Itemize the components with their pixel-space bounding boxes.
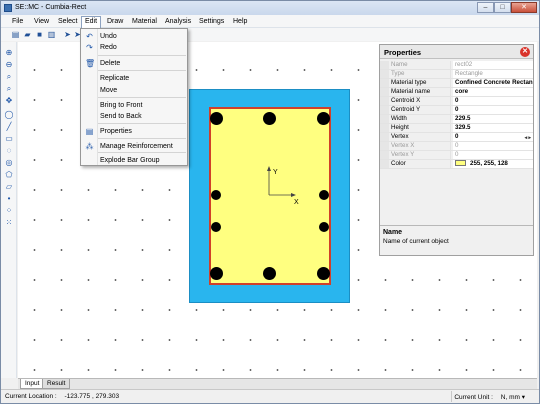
menu-settings[interactable]: Settings: [196, 17, 227, 27]
menu-redo[interactable]: ↷ Redo: [81, 41, 187, 54]
close-panel-icon[interactable]: ✕: [520, 47, 530, 57]
menu-explode-bar-group[interactable]: Explode Bar Group: [81, 154, 187, 167]
axis-x-label: X: [294, 199, 299, 205]
redo-icon: ↷: [86, 43, 93, 52]
menu-separator: [98, 70, 186, 71]
rebar[interactable]: [317, 112, 330, 125]
status-bar: Current Location : -123.775 , 279.303 Cu…: [1, 389, 539, 403]
properties-panel: Properties ✕ Name rect02 Type Rectangle …: [379, 44, 534, 256]
reinforcement-icon: ⁂: [85, 142, 94, 151]
prop-row-centroid-x[interactable]: Centroid X 0: [380, 97, 533, 106]
rebar[interactable]: [211, 222, 221, 232]
left-toolbar: ⊕ ⊖ ⌕ ⌕ ✥ ◯ ╱ ▭ ◌ ◎ ⬠ ▱ • ⁘ ⁙: [1, 42, 17, 378]
zoom-window-icon[interactable]: ⌕: [4, 72, 14, 82]
save-icon[interactable]: ■: [35, 30, 44, 39]
prop-row-type[interactable]: Type Rectangle: [380, 70, 533, 79]
zoom-out-icon[interactable]: ⊖: [4, 60, 14, 70]
prop-row-material-name[interactable]: Material name core: [380, 88, 533, 97]
menu-help[interactable]: Help: [230, 17, 250, 27]
prop-row-vertex-y[interactable]: Vertex Y 0: [380, 151, 533, 160]
maximize-button[interactable]: □: [494, 2, 511, 13]
undo-icon: ↶: [86, 32, 93, 41]
menu-draw[interactable]: Draw: [104, 17, 126, 27]
rebar[interactable]: [263, 112, 276, 125]
draw-shape-icon[interactable]: ▱: [4, 182, 14, 192]
rebar[interactable]: [319, 222, 329, 232]
properties-icon: ▤: [85, 127, 94, 136]
draw-rectangular-bars-icon[interactable]: ⁙: [4, 218, 14, 228]
axis-y-label: Y: [273, 169, 278, 176]
pointer-icon[interactable]: ➤: [63, 30, 72, 39]
tab-result[interactable]: Result: [42, 379, 71, 389]
rebar[interactable]: [319, 190, 329, 200]
menu-bar: File View Select Edit Draw Material Anal…: [1, 15, 539, 28]
prop-row-vertex-x[interactable]: Vertex X 0: [380, 142, 533, 151]
prop-row-vertex[interactable]: Vertex 0 ◂ ▸: [380, 133, 533, 142]
menu-separator: [98, 152, 186, 153]
app-window: SE::MC - Cumbia-Rect – □ ✕ File View Sel…: [0, 0, 540, 404]
rebar[interactable]: [263, 267, 276, 280]
current-location: Current Location : -123.775 , 279.303: [5, 393, 120, 400]
current-unit[interactable]: Current Unit : N, mm ▾: [454, 393, 525, 401]
menu-separator: [98, 138, 186, 139]
menu-delete[interactable]: 🗑 Delete: [81, 57, 187, 70]
menu-select[interactable]: Select: [55, 17, 80, 27]
draw-circle-icon[interactable]: ◯: [4, 110, 14, 120]
prop-row-name[interactable]: Name rect02: [380, 61, 533, 70]
coordinate-axes: Y X: [267, 166, 299, 205]
menu-separator: [98, 55, 186, 56]
zoom-in-icon[interactable]: ⊕: [4, 48, 14, 58]
menu-separator: [98, 97, 186, 98]
color-swatch[interactable]: [455, 160, 466, 167]
draw-bar-icon[interactable]: •: [4, 194, 14, 204]
delete-icon: 🗑: [85, 59, 96, 68]
view-tabs: Input Result: [18, 378, 537, 389]
draw-polygon-icon[interactable]: ⬠: [4, 170, 14, 180]
vertex-spinner-icon[interactable]: ◂ ▸: [525, 134, 531, 141]
menu-separator: [98, 123, 186, 124]
properties-header: Properties ✕: [380, 45, 533, 59]
description-text: Name of current object: [383, 238, 449, 245]
chevron-down-icon[interactable]: ▾: [522, 394, 525, 401]
prop-row-width[interactable]: Width 229.5: [380, 115, 533, 124]
new-file-icon[interactable]: ▤: [11, 30, 20, 39]
print-icon[interactable]: ▥: [47, 30, 56, 39]
menu-edit[interactable]: Edit: [81, 16, 102, 28]
title-bar[interactable]: SE::MC - Cumbia-Rect – □ ✕: [1, 1, 539, 15]
window-title: SE::MC - Cumbia-Rect: [15, 4, 87, 11]
menu-analysis[interactable]: Analysis: [162, 17, 194, 27]
menu-move[interactable]: Move: [81, 84, 187, 97]
edit-menu-dropdown: ↶ Undo ↷ Redo 🗑 Delete Replicate Move Br…: [80, 28, 188, 166]
draw-rectangle-icon[interactable]: ▭: [4, 134, 14, 144]
prop-row-material-type[interactable]: Material type Confined Concrete Rectan: [380, 79, 533, 88]
app-icon: [4, 4, 12, 12]
prop-row-color[interactable]: Color 255, 255, 128: [380, 160, 533, 169]
property-description: Name Name of current object: [380, 225, 533, 255]
menu-file[interactable]: File: [9, 17, 26, 27]
prop-row-centroid-y[interactable]: Centroid Y 0: [380, 106, 533, 115]
rebar[interactable]: [210, 267, 223, 280]
menu-material[interactable]: Material: [129, 17, 160, 27]
menu-properties[interactable]: ▤ Properties: [81, 125, 187, 138]
tab-input[interactable]: Input: [20, 379, 45, 389]
prop-row-height[interactable]: Height 329.5: [380, 124, 533, 133]
description-title: Name: [383, 229, 403, 236]
close-button[interactable]: ✕: [511, 2, 537, 13]
menu-send-to-back[interactable]: Send to Back: [81, 110, 187, 123]
rebar[interactable]: [317, 267, 330, 280]
rebar[interactable]: [211, 190, 221, 200]
draw-ellipse-icon[interactable]: ◌: [4, 146, 14, 156]
menu-view[interactable]: View: [31, 17, 52, 27]
draw-line-icon[interactable]: ╱: [4, 122, 14, 132]
draw-hollow-circle-icon[interactable]: ◎: [4, 158, 14, 168]
rebar[interactable]: [210, 112, 223, 125]
draw-circular-bars-icon[interactable]: ⁘: [4, 206, 14, 216]
properties-title: Properties: [384, 48, 422, 57]
pan-icon[interactable]: ✥: [4, 96, 14, 106]
minimize-button[interactable]: –: [477, 2, 494, 13]
status-separator: [451, 391, 452, 402]
open-folder-icon[interactable]: ▰: [23, 30, 32, 39]
window-controls: – □ ✕: [477, 2, 537, 13]
zoom-extents-icon[interactable]: ⌕: [4, 84, 14, 94]
